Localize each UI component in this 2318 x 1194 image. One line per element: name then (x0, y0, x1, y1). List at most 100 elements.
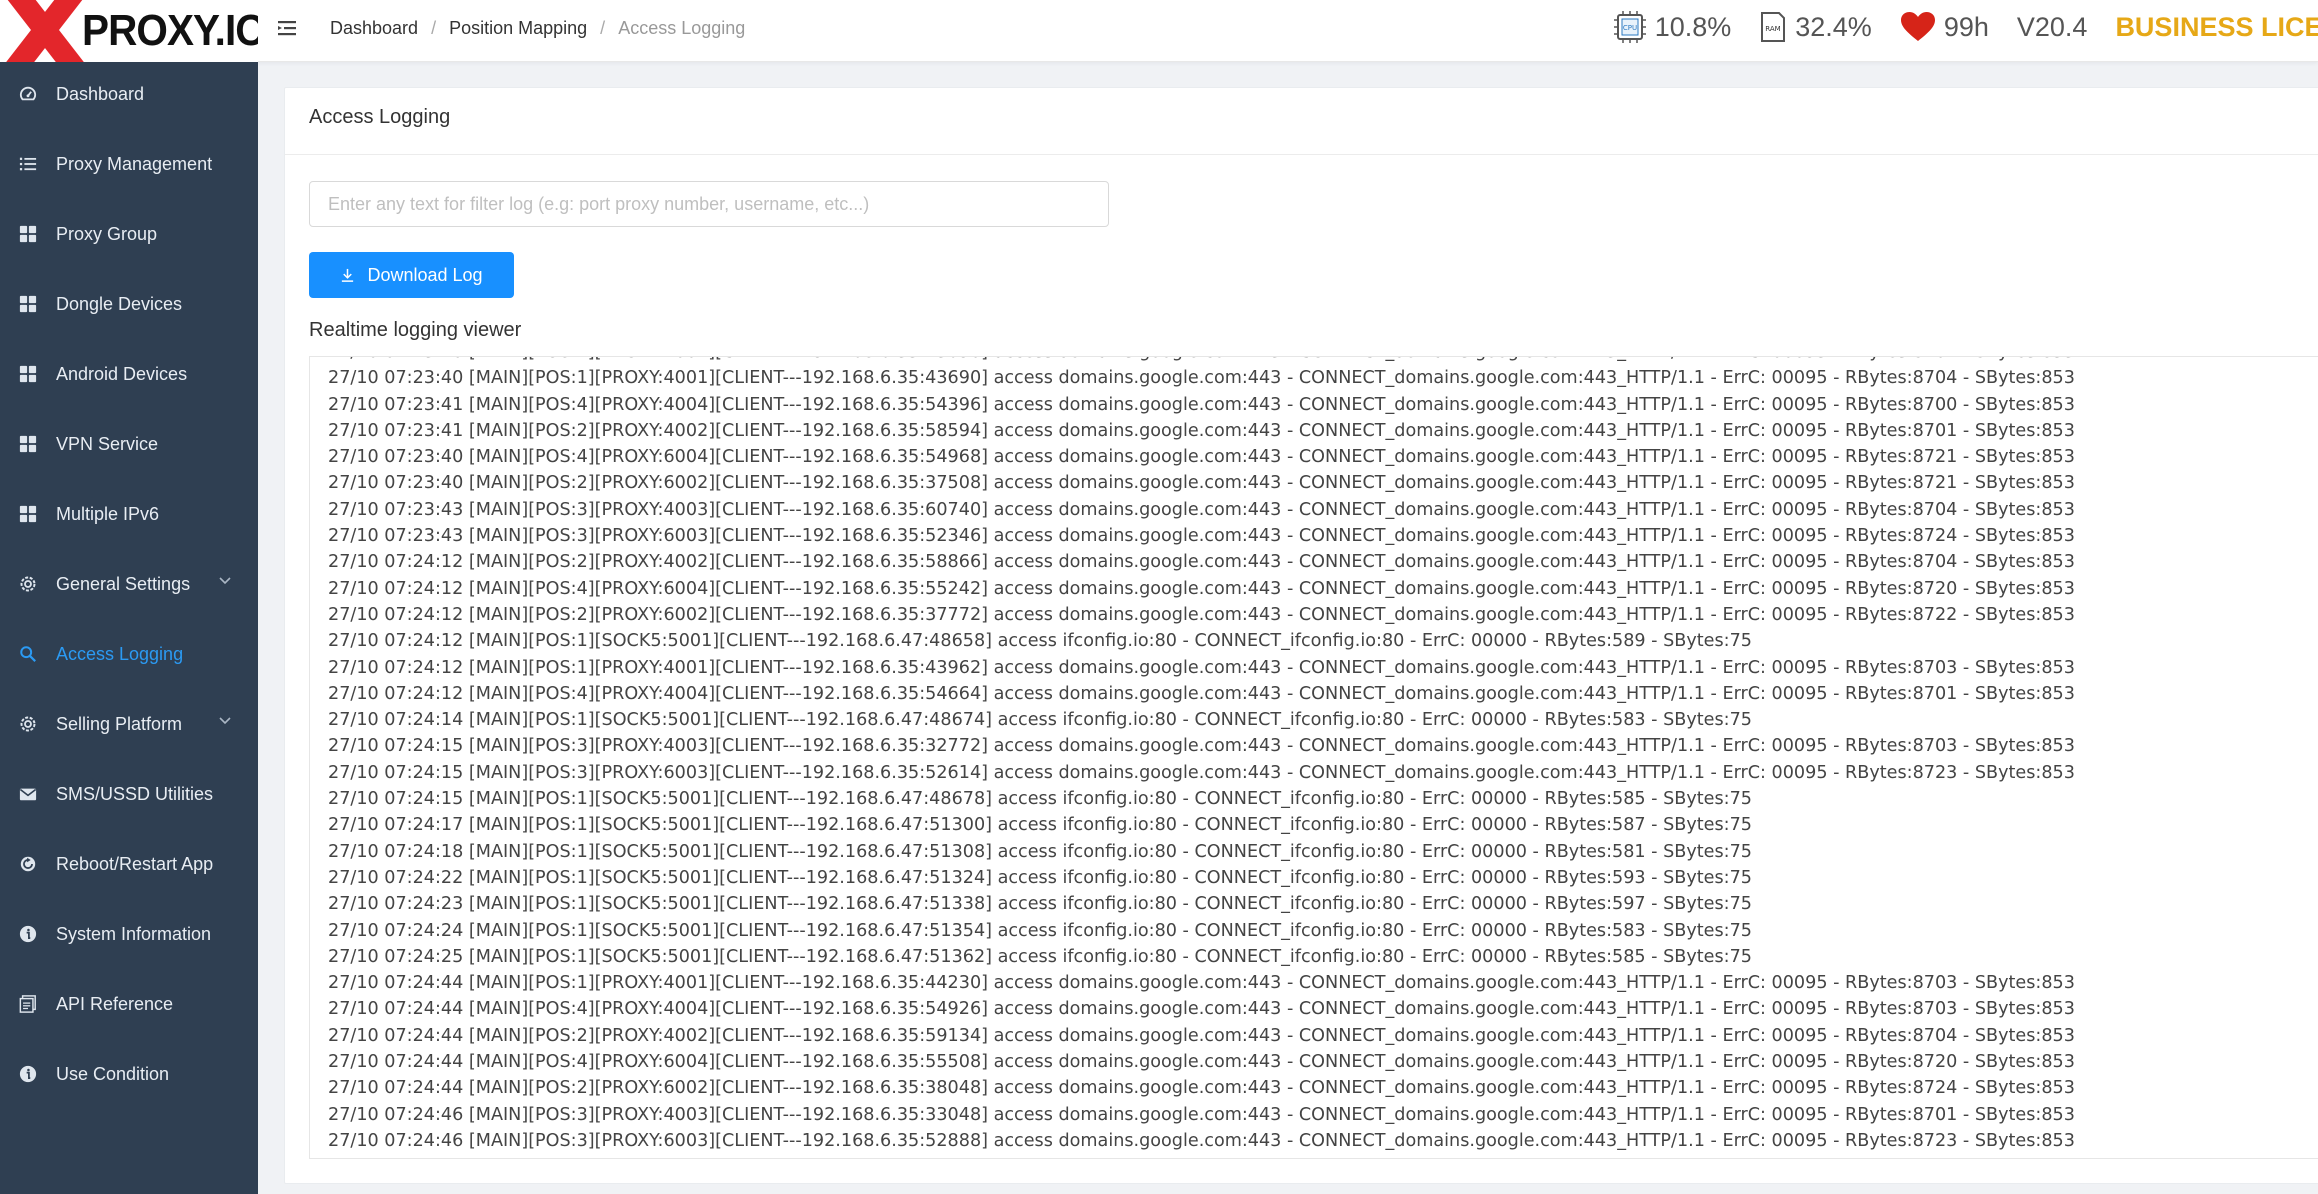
system-stats: CPU 10.8% RAM 32.4% 99h V20.4 BUSINESS L… (1613, 0, 2318, 54)
menu-toggle-icon[interactable] (276, 16, 302, 42)
log-line: 27/10 07:23:43 [MAIN][POS:3][PROXY:6003]… (328, 526, 2075, 547)
grid-icon (19, 435, 37, 453)
gear-icon (20, 716, 36, 732)
logo-x-icon (6, 0, 84, 62)
sidebar-item-android-devices[interactable]: Android Devices (0, 344, 258, 404)
uptime-value: 99h (1943, 11, 1989, 42)
download-log-label: Download Log (367, 264, 483, 285)
log-line: 27/10 07:24:12 [MAIN][POS:4][PROXY:6004]… (328, 578, 2075, 599)
chevron-down-icon (219, 577, 231, 585)
breadcrumb-position-mapping[interactable]: Position Mapping (449, 18, 587, 39)
sidebar-item-label: Dashboard (56, 83, 145, 104)
log-line: 27/10 07:24:46 [MAIN][POS:3][PROXY:4003]… (328, 1104, 2075, 1125)
log-line: 27/10 07:24:15 [MAIN][POS:1][SOCK5:5001]… (328, 789, 1752, 810)
ram-stat: RAM 32.4% (1759, 10, 1872, 44)
version-stat: V20.4 (2017, 12, 2088, 43)
grid-icon (19, 225, 37, 243)
license-badge: BUSINESS LICENSE (2115, 11, 2318, 42)
log-line: 27/10 07:24:12 [MAIN][POS:1][PROXY:4001]… (328, 657, 2075, 678)
divider (285, 154, 2318, 155)
grid-icon (19, 295, 37, 313)
sidebar-item-label: Dongle Devices (56, 293, 183, 314)
log-viewer[interactable]: 27/10 07:23:40 [MAIN][POS:1][PROXY:4001]… (309, 356, 2318, 1159)
sidebar-item-access-logging[interactable]: Access Logging (0, 624, 258, 684)
version-value: V20.4 (2016, 11, 2088, 42)
log-line: 27/10 07:23:40 [MAIN][POS:4][PROXY:6004]… (328, 447, 2075, 468)
search-icon (20, 646, 36, 662)
sidebar-item-api-reference[interactable]: API Reference (0, 974, 258, 1034)
sidebar-item-label: System Information (56, 923, 212, 944)
log-viewer-title: Realtime logging viewer (309, 319, 522, 341)
sidebar-item-proxy-group[interactable]: Proxy Group (0, 204, 258, 264)
download-log-button[interactable]: Download Log (309, 252, 514, 298)
heart-icon (1900, 12, 1935, 41)
sidebar-item-vpn-service[interactable]: VPN Service (0, 414, 258, 474)
sidebar-item-selling-platform[interactable]: Selling Platform (0, 694, 258, 754)
ram-value: 32.4% (1795, 11, 1872, 42)
sidebar-item-label: Reboot/Restart App (56, 853, 214, 874)
breadcrumb-dashboard[interactable]: Dashboard (330, 18, 418, 39)
log-line: 27/10 07:23:40 [MAIN][POS:1][PROXY:4001]… (328, 368, 2075, 389)
sidebar-item-proxy-management[interactable]: Proxy Management (0, 134, 258, 194)
log-filter-input[interactable] (309, 181, 1109, 227)
log-line: 27/10 07:24:25 [MAIN][POS:1][SOCK5:5001]… (328, 946, 1752, 967)
grid-icon (19, 505, 37, 523)
cpu-icon: CPU (1613, 11, 1646, 43)
breadcrumb: Dashboard / Position Mapping / Access Lo… (330, 16, 745, 40)
ram-icon: RAM (1761, 12, 1786, 42)
sidebar-item-label: API Reference (56, 993, 174, 1014)
log-line: 27/10 07:24:15 [MAIN][POS:3][PROXY:4003]… (328, 736, 2075, 757)
log-line: 27/10 07:23:40 [MAIN][POS:1][PROXY:4001]… (328, 357, 2075, 365)
log-line: 27/10 07:24:24 [MAIN][POS:1][SOCK5:5001]… (328, 920, 1752, 941)
log-line: 27/10 07:24:23 [MAIN][POS:1][SOCK5:5001]… (328, 894, 1752, 915)
document-icon (19, 995, 36, 1013)
svg-text:RAM: RAM (1766, 25, 1781, 33)
svg-text:CPU: CPU (1623, 24, 1637, 32)
breadcrumb-separator: / (431, 17, 437, 38)
breadcrumb-separator: / (600, 17, 606, 38)
sidebar-item-general-settings[interactable]: General Settings (0, 554, 258, 614)
log-line: 27/10 07:24:17 [MAIN][POS:1][SOCK5:5001]… (328, 815, 1752, 836)
log-line: 27/10 07:24:12 [MAIN][POS:1][SOCK5:5001]… (328, 631, 1752, 652)
sidebar-item-dashboard[interactable]: Dashboard (0, 64, 258, 124)
logo-text: PROXY.IO (82, 6, 258, 55)
list-icon (19, 157, 37, 171)
sidebar-item-label: Access Logging (56, 643, 184, 664)
log-line: 27/10 07:24:44 [MAIN][POS:4][PROXY:4004]… (328, 999, 2075, 1020)
log-line: 27/10 07:23:43 [MAIN][POS:3][PROXY:4003]… (328, 499, 2075, 520)
cpu-stat: CPU 10.8% (1613, 10, 1732, 44)
log-line: 27/10 07:24:46 [MAIN][POS:3][PROXY:6003]… (328, 1130, 2075, 1151)
sidebar-item-label: VPN Service (56, 433, 159, 454)
grid-icon (19, 365, 37, 383)
sidebar-item-system-information[interactable]: System Information (0, 904, 258, 964)
uptime-stat: 99h (1900, 11, 1989, 43)
log-line: 27/10 07:24:44 [MAIN][POS:2][PROXY:6002]… (328, 1078, 2075, 1099)
sidebar-item-label: Android Devices (56, 363, 188, 384)
cpu-value: 10.8% (1654, 11, 1732, 42)
logo[interactable]: PROXY.IO (0, 0, 258, 62)
dashboard-icon (19, 86, 37, 101)
access-logging-card: Access Logging Download Log Realtime log… (284, 87, 2318, 1184)
restart-icon (20, 856, 36, 872)
log-lines: 27/10 07:23:40 [MAIN][POS:1][PROXY:4001]… (328, 357, 2075, 1154)
sidebar-item-reboot-restart[interactable]: Reboot/Restart App (0, 834, 258, 894)
log-line: 27/10 07:24:15 [MAIN][POS:3][PROXY:6003]… (328, 762, 2075, 783)
sidebar-item-sms-ussd[interactable]: SMS/USSD Utilities (0, 764, 258, 824)
sidebar-item-label: SMS/USSD Utilities (56, 783, 214, 804)
breadcrumb-access-logging: Access Logging (618, 17, 746, 38)
gear-icon (20, 576, 36, 592)
sidebar-item-label: Proxy Management (56, 153, 213, 174)
log-line: 27/10 07:24:14 [MAIN][POS:1][SOCK5:5001]… (328, 710, 1752, 731)
sidebar-item-multiple-ipv6[interactable]: Multiple IPv6 (0, 484, 258, 544)
sidebar-item-use-condition[interactable]: Use Condition (0, 1044, 258, 1104)
sidebar-item-label: Proxy Group (56, 223, 158, 244)
download-icon (342, 268, 354, 282)
log-line: 27/10 07:24:44 [MAIN][POS:2][PROXY:4002]… (328, 1025, 2075, 1046)
log-line: 27/10 07:24:44 [MAIN][POS:1][PROXY:4001]… (328, 973, 2075, 994)
log-line: 27/10 07:24:12 [MAIN][POS:4][PROXY:4004]… (328, 683, 2075, 704)
sidebar-item-dongle-devices[interactable]: Dongle Devices (0, 274, 258, 334)
sidebar-item-label: Use Condition (56, 1063, 170, 1084)
log-line: 27/10 07:24:12 [MAIN][POS:2][PROXY:4002]… (328, 552, 2075, 573)
log-line: 27/10 07:24:22 [MAIN][POS:1][SOCK5:5001]… (328, 867, 1752, 888)
sidebar-item-label: Multiple IPv6 (56, 503, 160, 524)
